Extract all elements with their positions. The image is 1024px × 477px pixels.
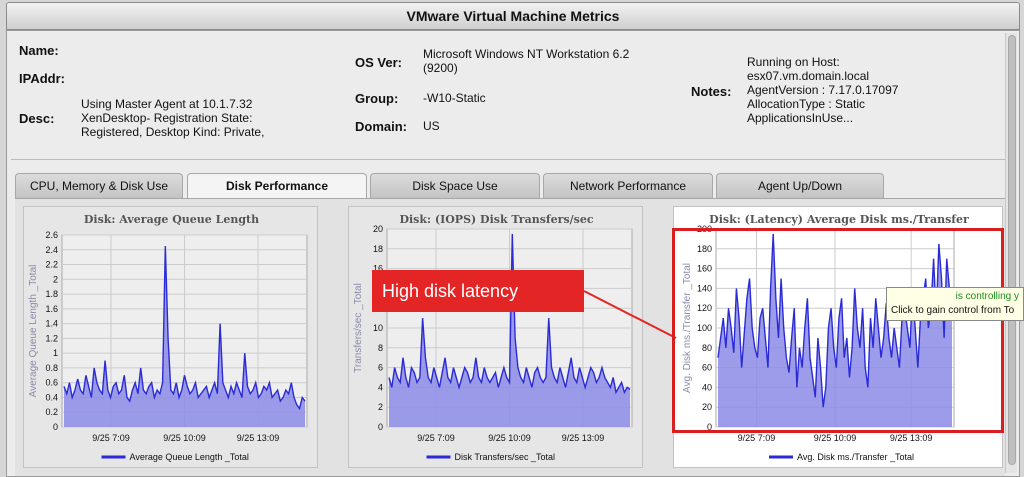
- group-label: Group:: [355, 91, 399, 106]
- y-tick-label: 18: [373, 244, 383, 254]
- window-title: VMware Virtual Machine Metrics: [6, 2, 1020, 30]
- name-label: Name:: [19, 43, 59, 58]
- tab-disk-space-use[interactable]: Disk Space Use: [370, 173, 540, 199]
- x-tick-label: 9/25 10:09: [163, 433, 206, 443]
- y-tick-label: 4: [378, 382, 383, 392]
- x-tick-label: 9/25 7:09: [417, 433, 455, 443]
- tab-network-performance[interactable]: Network Performance: [543, 173, 713, 199]
- x-tick-label: 9/25 13:09: [890, 433, 933, 443]
- latency-highlight-box: [672, 228, 1004, 433]
- y-tick-label: 2.2: [45, 260, 58, 270]
- chart-title: Disk: Average Queue Length: [84, 213, 259, 226]
- desc-line-2: XenDesktop- Registration State:: [81, 111, 253, 125]
- x-tick-label: 9/25 10:09: [814, 433, 857, 443]
- x-tick-label: 9/25 13:09: [562, 433, 605, 443]
- metrics-tabs: CPU, Memory & Disk Use Disk Performance …: [15, 173, 1005, 200]
- vertical-scrollbar[interactable]: [1005, 33, 1017, 473]
- x-tick-label: 9/25 7:09: [92, 433, 130, 443]
- os-version-label: OS Ver:: [355, 55, 402, 70]
- desc-line-1: Using Master Agent at 10.1.7.32: [81, 97, 253, 111]
- notes-line-5: ApplicationsInUse...: [747, 111, 854, 125]
- chart-svg: Disk: Average Queue Length 0 0.2 0.4 0.6 0.8 1…: [28, 213, 308, 462]
- y-tick-label: 6: [378, 363, 383, 373]
- y-tick-label: 1.8: [45, 289, 58, 299]
- y-tick-label: 2: [378, 402, 383, 412]
- y-tick-label: 20: [373, 224, 383, 234]
- tab-disk-performance[interactable]: Disk Performance: [187, 173, 367, 200]
- os-version-line-2: (9200): [423, 61, 458, 75]
- y-tick-label: 0.6: [45, 378, 58, 388]
- y-tick-label: 8: [378, 343, 383, 353]
- y-tick-label: 0: [53, 422, 58, 432]
- tooltip-line-2: Click to gain control from To: [891, 305, 1015, 316]
- notes-line-1: Running on Host:: [747, 55, 840, 69]
- tab-agent-up-down[interactable]: Agent Up/Down: [716, 173, 884, 199]
- y-axis-label: Transfers/sec _Total: [353, 283, 364, 373]
- high-latency-callout: High disk latency: [372, 270, 584, 312]
- x-tick-label: 9/25 7:09: [738, 433, 776, 443]
- y-tick-label: 2.6: [45, 230, 58, 240]
- queue-length-chart: Disk: Average Queue Length 0 0.2 0.4 0.6 0.8 1…: [23, 206, 318, 468]
- os-version-line-1: Microsoft Windows NT Workstation 6.2: [423, 47, 630, 61]
- ipaddr-label: IPAddr:: [19, 71, 65, 86]
- y-tick-label: 1.4: [45, 319, 58, 329]
- scrollbar-thumb[interactable]: [1008, 35, 1016, 465]
- disk-transfers-chart: Disk: (IOPS) Disk Transfers/sec024681012…: [348, 206, 643, 468]
- notes-line-3: AgentVersion : 7.17.0.17097: [747, 83, 899, 97]
- notes-line-2: esx07.vm.domain.local: [747, 69, 870, 83]
- y-axis-label: Average Queue Length _Total: [28, 265, 39, 398]
- desc-line-3: Registered, Desktop Kind: Private,: [81, 125, 265, 139]
- domain-value: US: [423, 119, 440, 133]
- notes-line-4: AllocationType : Static: [747, 97, 866, 111]
- chart-svg: Disk: (IOPS) Disk Transfers/sec024681012…: [353, 213, 633, 462]
- y-tick-label: 1.2: [45, 333, 58, 343]
- vm-info-section: Name: IPAddr: Desc: Using Master Agent a…: [7, 31, 1007, 159]
- legend-label: Average Queue Length _Total: [130, 452, 249, 462]
- y-tick-label: 2: [53, 274, 58, 284]
- x-tick-label: 9/25 10:09: [488, 433, 531, 443]
- group-value: -W10-Static: [423, 91, 486, 105]
- y-tick-label: 1: [53, 348, 58, 358]
- remote-control-tooltip[interactable]: is controlling y Click to gain control f…: [886, 287, 1024, 321]
- section-divider: [11, 159, 1007, 160]
- y-tick-label: 2.4: [45, 245, 58, 255]
- chart-title: Disk: (IOPS) Disk Transfers/sec: [399, 213, 593, 226]
- y-tick-label: 10: [373, 323, 383, 333]
- tooltip-line-1: is controlling y: [955, 291, 1019, 302]
- y-tick-label: 0.8: [45, 363, 58, 373]
- desc-label: Desc:: [19, 111, 55, 126]
- tab-cpu-memory-disk[interactable]: CPU, Memory & Disk Use: [15, 173, 183, 199]
- y-tick-label: 0.4: [45, 392, 58, 402]
- legend-label: Disk Transfers/sec _Total: [455, 452, 556, 462]
- legend-label: Avg. Disk ms./Transfer _Total: [797, 452, 914, 462]
- y-tick-label: 1.6: [45, 304, 58, 314]
- y-tick-label: 0.2: [45, 407, 58, 417]
- x-tick-label: 9/25 13:09: [237, 433, 280, 443]
- y-tick-label: 0: [378, 422, 383, 432]
- chart-title: Disk: (Latency) Average Disk ms./Transfe…: [709, 213, 969, 226]
- notes-label: Notes:: [691, 84, 732, 99]
- domain-label: Domain:: [355, 119, 407, 134]
